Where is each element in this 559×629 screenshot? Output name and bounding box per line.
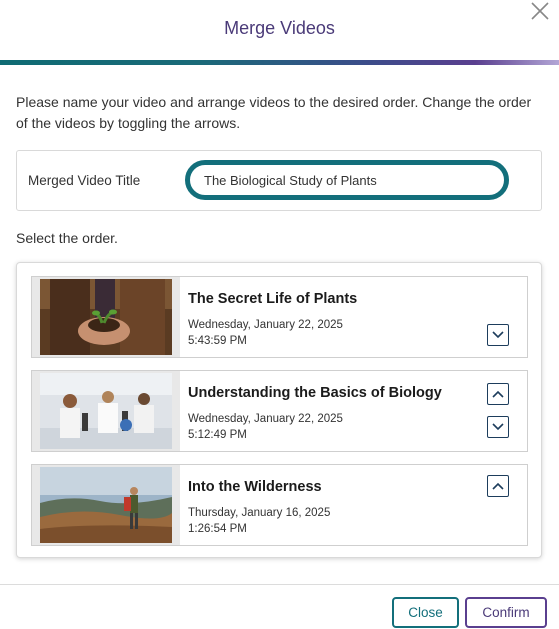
instructions-text: Please name your video and arrange video… bbox=[16, 94, 532, 131]
chevron-down-icon bbox=[492, 423, 504, 431]
dialog-title: Merge Videos bbox=[224, 18, 335, 38]
video-date: Wednesday, January 22, 2025 bbox=[188, 413, 343, 425]
move-down-button[interactable] bbox=[487, 324, 509, 346]
video-item-1: The Secret Life of Plants Wednesday, Jan… bbox=[31, 276, 528, 358]
move-up-button[interactable] bbox=[487, 383, 509, 405]
move-up-button[interactable] bbox=[487, 475, 509, 497]
footer-divider bbox=[0, 584, 559, 585]
chevron-down-icon bbox=[492, 331, 504, 339]
lab-students-thumbnail-icon bbox=[40, 373, 172, 449]
move-down-button[interactable] bbox=[487, 416, 509, 438]
title-field-label: Merged Video Title bbox=[28, 173, 141, 188]
video-time: 5:12:49 PM bbox=[188, 429, 247, 441]
title-field-group: Merged Video Title bbox=[16, 150, 542, 211]
video-date: Thursday, January 16, 2025 bbox=[188, 507, 331, 519]
dialog-header: Merge Videos bbox=[0, 0, 559, 60]
video-item-2: Understanding the Basics of Biology Wedn… bbox=[31, 370, 528, 452]
chevron-up-icon bbox=[492, 482, 504, 490]
video-order-list: The Secret Life of Plants Wednesday, Jan… bbox=[16, 262, 542, 558]
video-item-3: Into the Wilderness Thursday, January 16… bbox=[31, 464, 528, 546]
confirm-button[interactable]: Confirm bbox=[465, 597, 547, 628]
video-title: Into the Wilderness bbox=[188, 479, 322, 495]
video-thumbnail bbox=[32, 371, 180, 451]
close-button[interactable]: Close bbox=[392, 597, 459, 628]
merged-video-title-input[interactable] bbox=[185, 160, 509, 200]
header-divider bbox=[0, 60, 559, 65]
video-time: 1:26:54 PM bbox=[188, 523, 247, 535]
video-title: Understanding the Basics of Biology bbox=[188, 385, 442, 401]
merge-videos-dialog: Merge Videos Please name your video and … bbox=[0, 0, 559, 629]
video-thumbnail bbox=[32, 277, 180, 357]
chevron-up-icon bbox=[492, 390, 504, 398]
select-order-label: Select the order. bbox=[16, 230, 118, 246]
video-time: 5:43:59 PM bbox=[188, 335, 247, 347]
close-icon[interactable] bbox=[529, 0, 551, 22]
hiker-landscape-thumbnail-icon bbox=[40, 467, 172, 543]
video-date: Wednesday, January 22, 2025 bbox=[188, 319, 343, 331]
video-thumbnail bbox=[32, 465, 180, 545]
hands-soil-thumbnail-icon bbox=[40, 279, 172, 355]
video-title: The Secret Life of Plants bbox=[188, 291, 358, 307]
